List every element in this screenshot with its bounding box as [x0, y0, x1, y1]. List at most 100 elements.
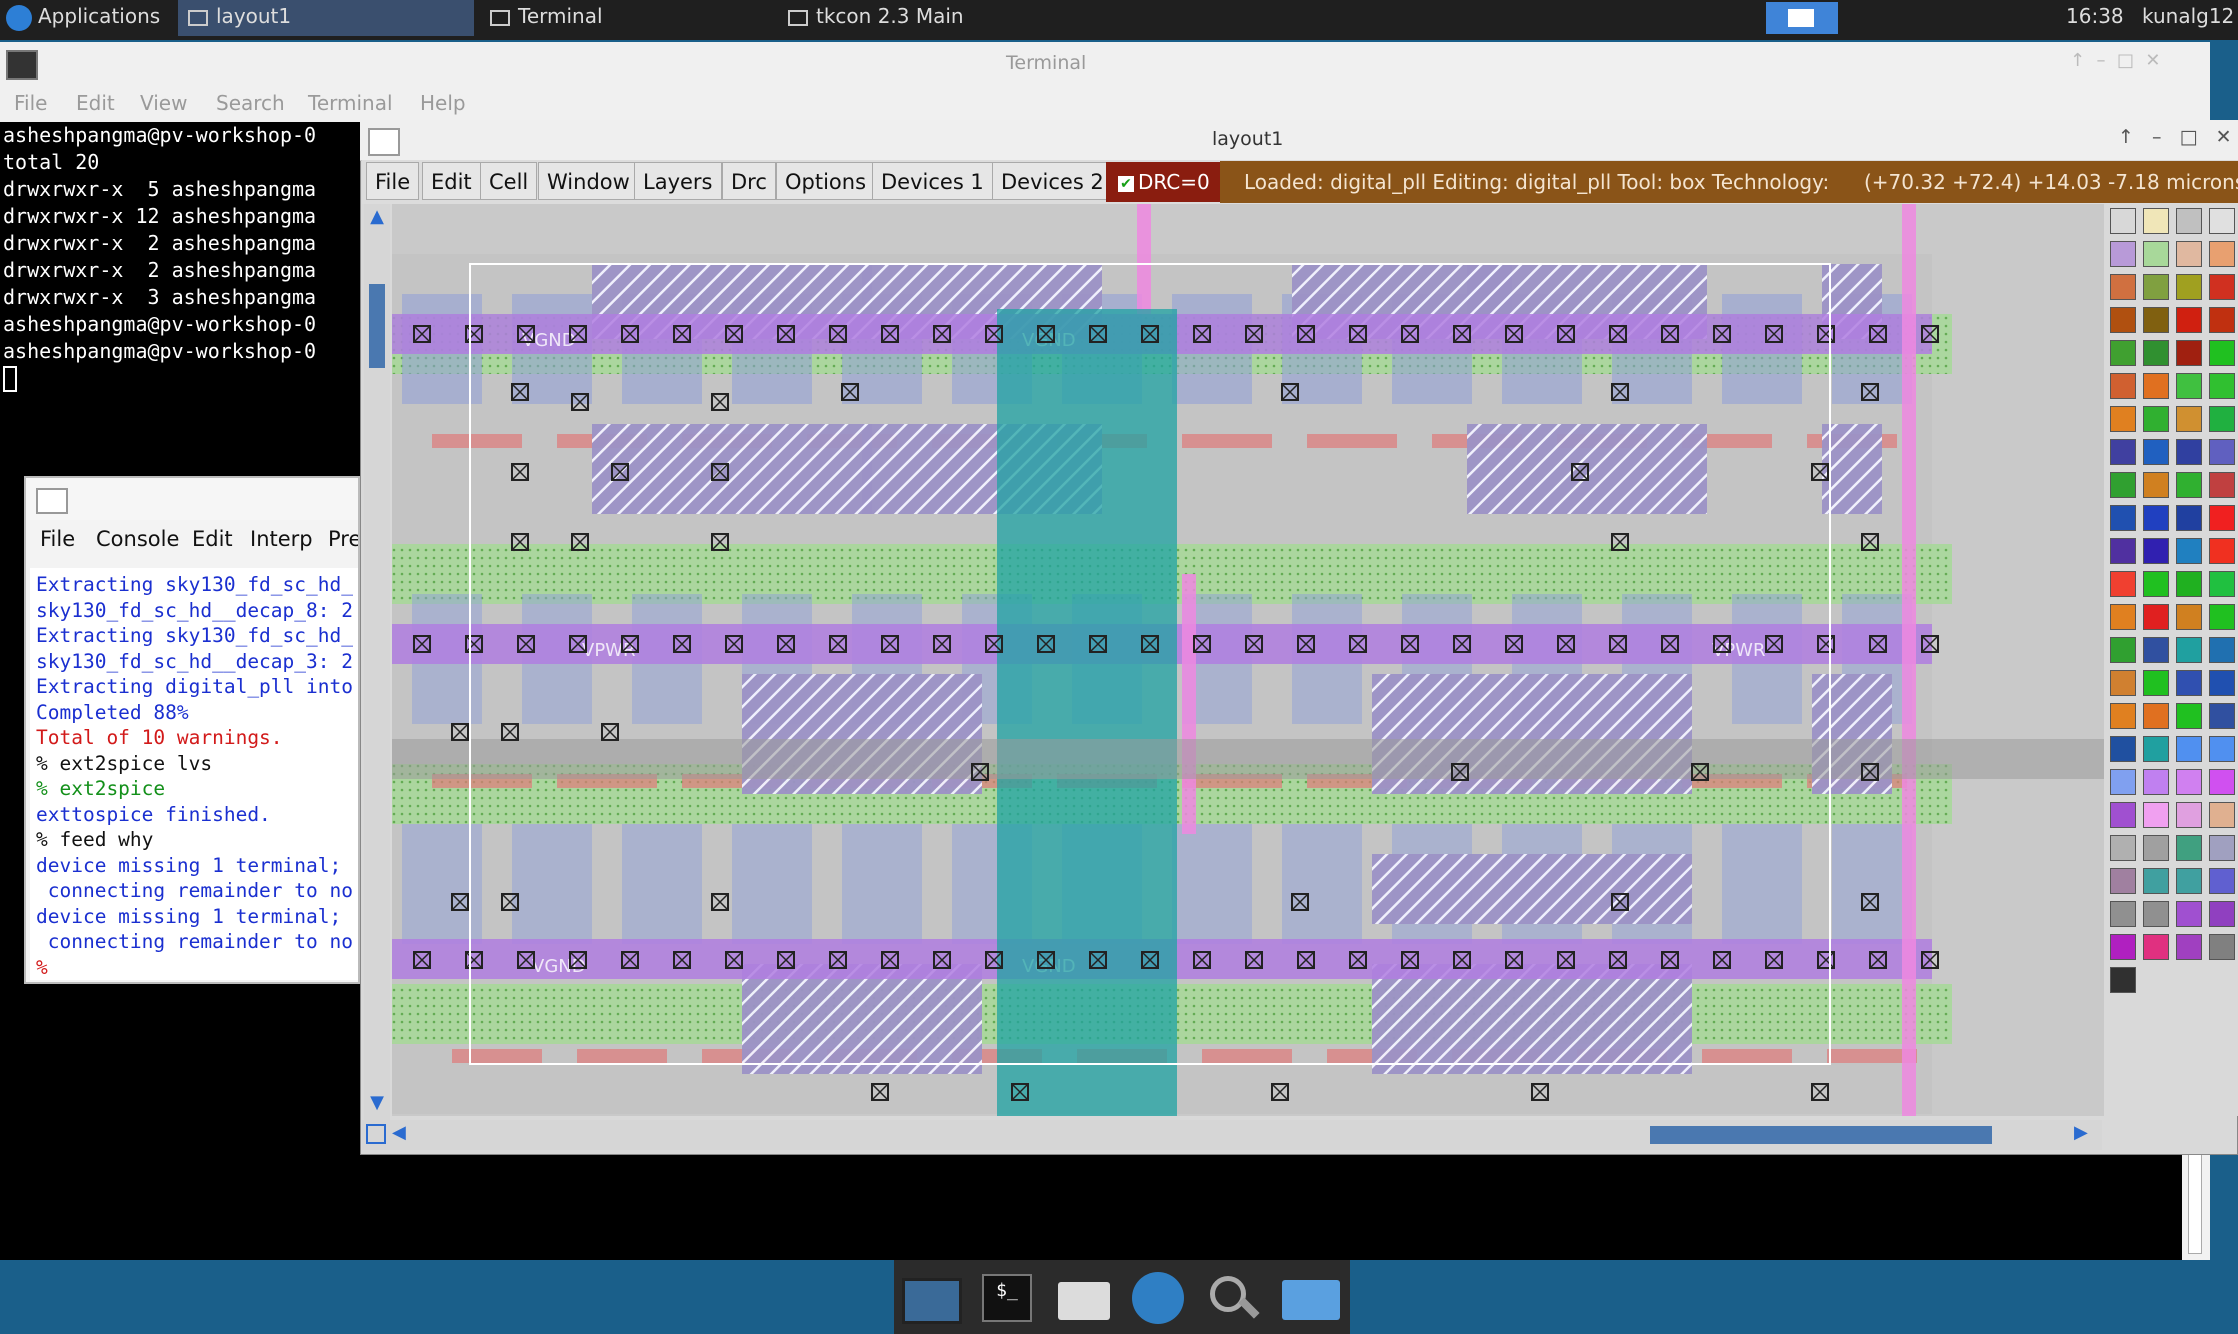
vertical-scroll-thumb[interactable] — [369, 284, 385, 368]
layer-swatch[interactable] — [2176, 769, 2202, 795]
layer-swatch[interactable] — [2143, 769, 2169, 795]
layer-swatch[interactable] — [2209, 241, 2235, 267]
layer-swatch[interactable] — [2176, 307, 2202, 333]
layer-swatch[interactable] — [2143, 637, 2169, 663]
desktop-icon[interactable] — [898, 1268, 962, 1324]
layer-swatch[interactable] — [2209, 670, 2235, 696]
layer-swatch[interactable] — [2209, 736, 2235, 762]
layer-swatch[interactable] — [2143, 868, 2169, 894]
zoom-box-icon[interactable] — [366, 1124, 386, 1144]
terminal-window-controls[interactable]: ↑ – □ ✕ — [2070, 50, 2161, 71]
layer-swatch[interactable] — [2209, 208, 2235, 234]
layer-swatch[interactable] — [2110, 604, 2136, 630]
home-folder-icon[interactable] — [1054, 1268, 1112, 1324]
layer-swatch[interactable] — [2110, 670, 2136, 696]
layout-horizontal-scrollbar[interactable]: ◀ ▶ — [362, 1120, 2102, 1150]
terminal-icon[interactable]: $_ — [976, 1268, 1034, 1324]
terminal-menu-edit[interactable]: Edit — [76, 86, 115, 120]
layer-swatch[interactable] — [2176, 835, 2202, 861]
layout-vertical-scrollbar[interactable]: ▲ ▼ — [364, 204, 390, 1122]
layer-swatch[interactable] — [2209, 769, 2235, 795]
layer-swatch[interactable] — [2110, 934, 2136, 960]
layer-swatch[interactable] — [2143, 703, 2169, 729]
tkcon-menu-prefs[interactable]: Pre — [328, 520, 358, 558]
layer-swatch[interactable] — [2176, 505, 2202, 531]
layer-swatch[interactable] — [2143, 208, 2169, 234]
layer-swatch[interactable] — [2143, 406, 2169, 432]
layer-swatch[interactable] — [2143, 373, 2169, 399]
workspace-switcher[interactable] — [1766, 2, 1838, 34]
layer-swatch[interactable] — [2209, 472, 2235, 498]
tkcon-console-output[interactable]: Extracting sky130_fd_sc_hd_ sky130_fd_sc_… — [30, 568, 358, 980]
horizontal-scroll-thumb[interactable] — [1650, 1126, 1992, 1144]
layer-swatch[interactable] — [2209, 439, 2235, 465]
layer-swatch[interactable] — [2143, 505, 2169, 531]
layer-swatch[interactable] — [2176, 736, 2202, 762]
layer-swatch[interactable] — [2110, 637, 2136, 663]
layer-swatch[interactable] — [2209, 571, 2235, 597]
layer-swatch[interactable] — [2176, 406, 2202, 432]
layer-swatch[interactable] — [2110, 373, 2136, 399]
layer-swatch[interactable] — [2143, 670, 2169, 696]
layer-swatch[interactable] — [2176, 901, 2202, 927]
layer-swatch[interactable] — [2209, 868, 2235, 894]
layer-swatch[interactable] — [2110, 967, 2136, 993]
layer-swatch[interactable] — [2176, 373, 2202, 399]
layer-swatch[interactable] — [2143, 571, 2169, 597]
layer-swatch[interactable] — [2143, 340, 2169, 366]
menu-devices2-button[interactable]: Devices 2 — [992, 162, 1113, 200]
layer-swatch[interactable] — [2110, 241, 2136, 267]
layer-swatch[interactable] — [2209, 406, 2235, 432]
search-icon[interactable] — [1204, 1268, 1262, 1324]
layer-swatch[interactable] — [2110, 868, 2136, 894]
layer-swatch[interactable] — [2176, 472, 2202, 498]
layer-swatch[interactable] — [2176, 439, 2202, 465]
arrow-up-icon[interactable]: ▲ — [367, 206, 387, 228]
layer-swatch[interactable] — [2110, 703, 2136, 729]
folder-icon[interactable] — [1278, 1268, 1340, 1324]
layer-swatch[interactable] — [2209, 274, 2235, 300]
terminal-scroll-thumb[interactable] — [2188, 1152, 2202, 1254]
terminal-menu-terminal[interactable]: Terminal — [308, 86, 393, 120]
menu-edit-button[interactable]: Edit — [422, 162, 481, 200]
layer-swatch[interactable] — [2110, 736, 2136, 762]
layer-swatch[interactable] — [2176, 934, 2202, 960]
layer-swatch[interactable] — [2176, 703, 2202, 729]
layer-swatch[interactable] — [2176, 340, 2202, 366]
layer-swatch[interactable] — [2110, 340, 2136, 366]
arrow-down-icon[interactable]: ▼ — [367, 1092, 387, 1114]
menu-window-button[interactable]: Window — [538, 162, 639, 200]
terminal-menu-search[interactable]: Search — [216, 86, 285, 120]
menu-options-button[interactable]: Options — [776, 162, 876, 200]
layer-swatch[interactable] — [2143, 274, 2169, 300]
layer-swatch[interactable] — [2110, 901, 2136, 927]
terminal-menu-file[interactable]: File — [14, 86, 47, 120]
layout-window-controls[interactable]: ↑ – □ ✕ — [2118, 126, 2234, 148]
applications-menu[interactable]: Applications — [0, 0, 170, 36]
layer-swatch[interactable] — [2209, 802, 2235, 828]
layer-swatch[interactable] — [2176, 604, 2202, 630]
tkcon-menu-interp[interactable]: Interp — [250, 520, 313, 558]
layer-swatch[interactable] — [2110, 835, 2136, 861]
menu-cell-button[interactable]: Cell — [480, 162, 538, 200]
layer-swatch[interactable] — [2143, 241, 2169, 267]
layer-swatch[interactable] — [2209, 505, 2235, 531]
layer-swatch[interactable] — [2176, 538, 2202, 564]
layer-swatch[interactable] — [2176, 802, 2202, 828]
layer-swatch[interactable] — [2143, 439, 2169, 465]
layer-swatch[interactable] — [2143, 835, 2169, 861]
tkcon-menu-console[interactable]: Console — [96, 520, 179, 558]
layer-swatch[interactable] — [2110, 274, 2136, 300]
tkcon-menu-file[interactable]: File — [40, 520, 75, 558]
layer-swatch[interactable] — [2143, 901, 2169, 927]
layer-swatch[interactable] — [2110, 307, 2136, 333]
layer-swatch[interactable] — [2209, 703, 2235, 729]
menu-layers-button[interactable]: Layers — [634, 162, 722, 200]
layer-swatch[interactable] — [2209, 637, 2235, 663]
drc-toggle[interactable]: ✔ DRC=0 — [1106, 162, 1220, 202]
layer-swatch[interactable] — [2176, 208, 2202, 234]
task-layout1[interactable]: layout1 — [178, 0, 474, 36]
layer-swatch[interactable] — [2110, 406, 2136, 432]
layer-swatch[interactable] — [2110, 802, 2136, 828]
task-tkcon[interactable]: tkcon 2.3 Main — [778, 0, 1068, 36]
